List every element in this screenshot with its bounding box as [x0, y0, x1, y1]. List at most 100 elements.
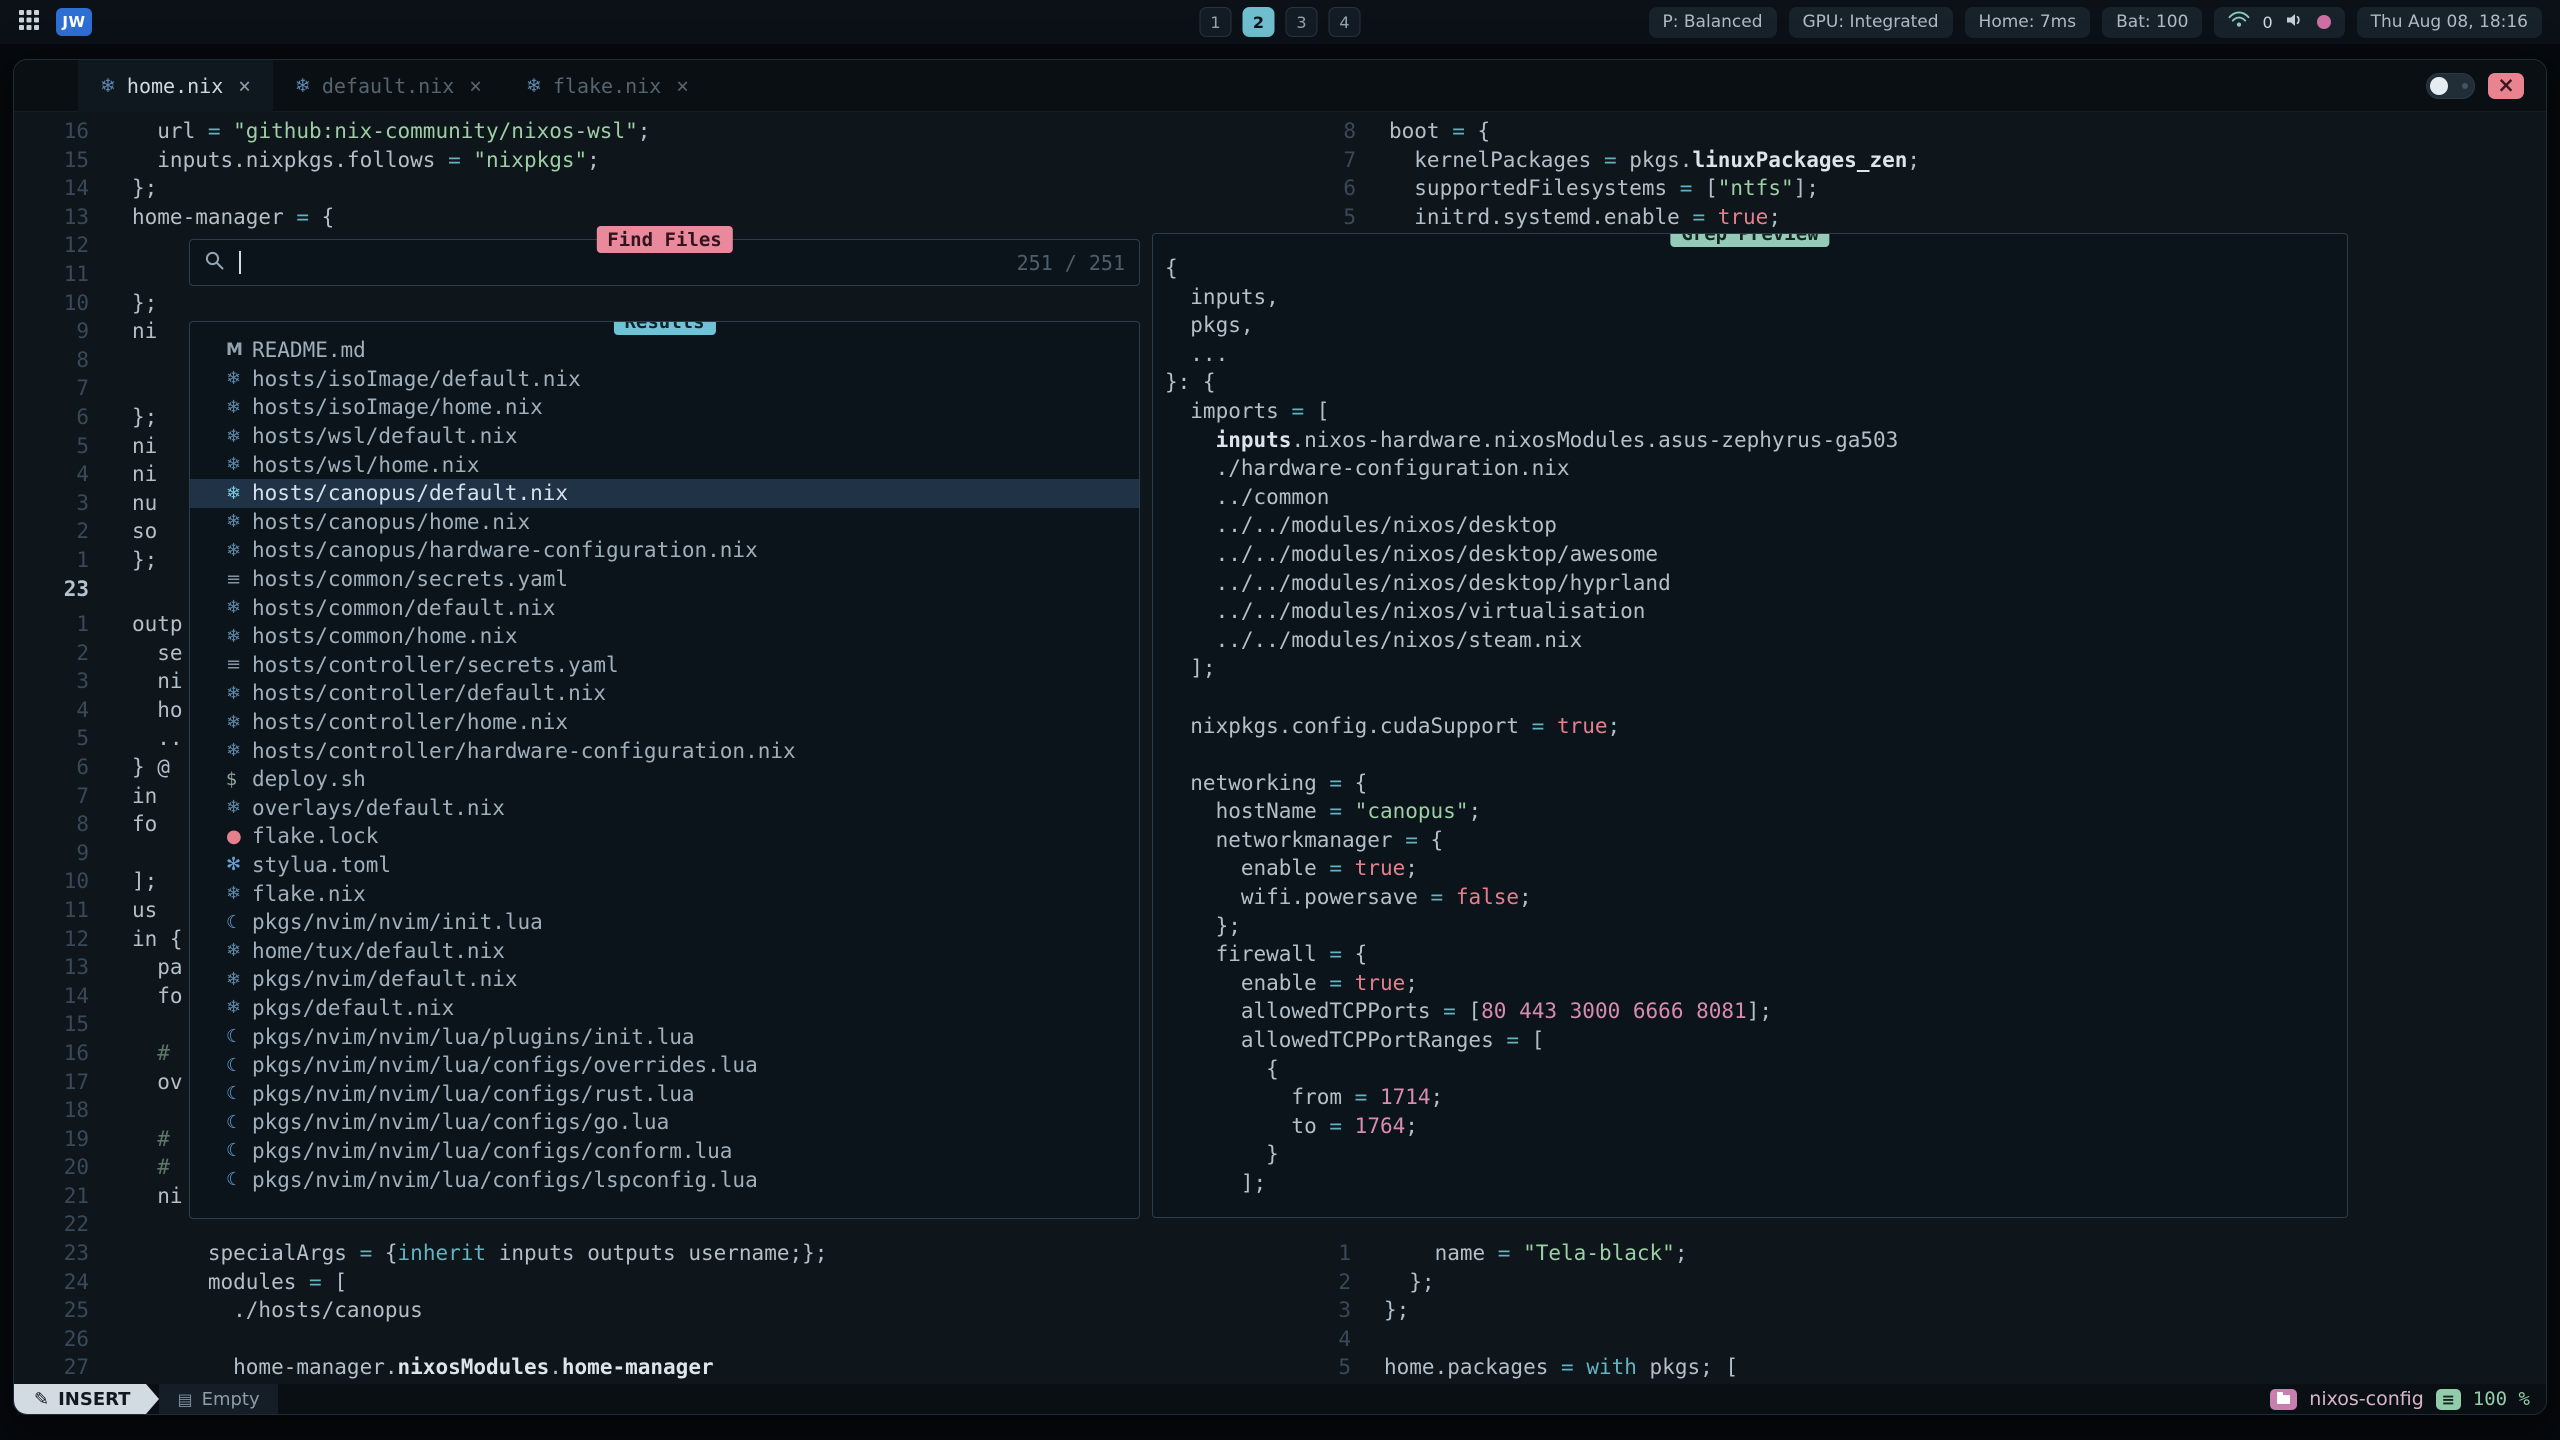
code-line: 7 kernelPackages = pkgs.linuxPackages_ze…	[1274, 146, 1920, 175]
tab-close-icon[interactable]: ×	[234, 74, 251, 98]
statusline-right: nixos-config ≡ 100 %	[2270, 1388, 2546, 1410]
apps-grid-icon[interactable]	[18, 9, 40, 36]
finder-result[interactable]: ❄pkgs/nvim/default.nix	[190, 965, 1139, 994]
nix-file-icon: ❄	[226, 511, 252, 532]
finder-result[interactable]: ☾pkgs/nvim/nvim/lua/plugins/init.lua	[190, 1022, 1139, 1051]
finder-result[interactable]: ❄hosts/canopus/hardware-configuration.ni…	[190, 536, 1139, 565]
code-line: };	[1165, 912, 2347, 941]
lua-file-icon: ☾	[226, 1169, 252, 1190]
code-line: allowedTCPPorts = [80 443 3000 6666 8081…	[1165, 997, 2347, 1026]
code-text: ./hardware-configuration.nix	[1165, 454, 1570, 483]
status-module: Home: 7ms	[1965, 7, 2091, 38]
accent-dot-ic[interactable]	[2317, 15, 2331, 29]
file-name: pkgs/nvim/nvim/lua/configs/overrides.lua	[252, 1053, 758, 1077]
window-toggle[interactable]	[2426, 73, 2475, 99]
finder-result[interactable]: ❄hosts/canopus/home.nix	[190, 508, 1139, 537]
finder-result[interactable]: $deploy.sh	[190, 765, 1139, 794]
workspace-button-1[interactable]: 1	[1200, 7, 1232, 37]
finder-result[interactable]: ≡hosts/common/secrets.yaml	[190, 565, 1139, 594]
line-number: 2	[14, 639, 89, 668]
nix-icon: ❄	[526, 75, 542, 97]
code-text: ni	[89, 1182, 183, 1211]
code-text: pkgs,	[1165, 311, 1254, 340]
finder-result[interactable]: ☾pkgs/nvim/nvim/init.lua	[190, 908, 1139, 937]
finder-result[interactable]: ☾pkgs/nvim/nvim/lua/configs/lspconfig.lu…	[190, 1165, 1139, 1194]
code-line: to = 1764;	[1165, 1112, 2347, 1141]
tab-close-icon[interactable]: ×	[672, 74, 689, 98]
finder-result[interactable]: ☾pkgs/nvim/nvim/lua/configs/overrides.lu…	[190, 1051, 1139, 1080]
finder-result[interactable]: ❄hosts/wsl/default.nix	[190, 422, 1139, 451]
nix-file-icon: ❄	[226, 712, 252, 733]
code-text: #	[89, 1153, 170, 1182]
code-line: ../../modules/nixos/desktop/awesome	[1165, 540, 2347, 569]
workspace-button-4[interactable]: 4	[1329, 7, 1361, 37]
file-name: hosts/common/default.nix	[252, 596, 555, 620]
find-files-prompt[interactable]: Find Files 251 / 251	[189, 239, 1140, 286]
line-number: 10	[14, 867, 89, 896]
code-text	[1351, 1325, 1384, 1354]
file-name: hosts/canopus/hardware-configuration.nix	[252, 538, 758, 562]
code-line: from = 1714;	[1165, 1083, 2347, 1112]
file-name: hosts/controller/home.nix	[252, 710, 568, 734]
finder-result[interactable]: ❄hosts/wsl/home.nix	[190, 450, 1139, 479]
code-line: ../../modules/nixos/desktop	[1165, 511, 2347, 540]
line-number: 24	[14, 1268, 89, 1297]
volume-icon[interactable]	[2285, 12, 2305, 33]
finder-result[interactable]: ❄overlays/default.nix	[190, 794, 1139, 823]
file-name: hosts/isoImage/home.nix	[252, 395, 543, 419]
finder-result-selected[interactable]: ❄hosts/canopus/default.nix	[190, 479, 1139, 508]
finder-result[interactable]: ❄home/tux/default.nix	[190, 936, 1139, 965]
finder-result[interactable]: ❄hosts/controller/hardware-configuration…	[190, 736, 1139, 765]
code-text	[89, 1010, 132, 1039]
line-number: 7	[1274, 146, 1356, 175]
nix-file-icon: ❄	[226, 997, 252, 1018]
code-line: }: {	[1165, 368, 2347, 397]
finder-result[interactable]: ≡hosts/controller/secrets.yaml	[190, 651, 1139, 680]
topbar-left: JW	[18, 8, 92, 36]
workspace-button-2[interactable]: 2	[1243, 7, 1275, 37]
code-text: ../common	[1165, 483, 1329, 512]
notification-count[interactable]: 0	[2262, 13, 2272, 32]
tab-default-nix[interactable]: ❄default.nix×	[273, 60, 504, 112]
tabbar: ❄home.nix×❄default.nix×❄flake.nix× ×	[14, 60, 2546, 112]
finder-result[interactable]: ❄hosts/controller/default.nix	[190, 679, 1139, 708]
finder-result[interactable]: ✻stylua.toml	[190, 851, 1139, 880]
code-text	[89, 575, 132, 604]
code-text: };	[89, 174, 157, 203]
finder-result[interactable]: ☾pkgs/nvim/nvim/lua/configs/go.lua	[190, 1108, 1139, 1137]
file-name: hosts/controller/default.nix	[252, 681, 606, 705]
finder-result[interactable]: ❄pkgs/default.nix	[190, 994, 1139, 1023]
wifi-icon[interactable]	[2228, 11, 2250, 33]
code-line: imports = [	[1165, 397, 2347, 426]
finder-result[interactable]: ❄hosts/isoImage/default.nix	[190, 365, 1139, 394]
finder-result[interactable]: ☾pkgs/nvim/nvim/lua/configs/rust.lua	[190, 1079, 1139, 1108]
finder-result[interactable]: ●flake.lock	[190, 822, 1139, 851]
finder-result[interactable]: ❄hosts/isoImage/home.nix	[190, 393, 1139, 422]
workspace-button-3[interactable]: 3	[1286, 7, 1318, 37]
code-text: ./hosts/canopus	[89, 1296, 423, 1325]
code-line: inputs,	[1165, 283, 2347, 312]
tab-close-icon[interactable]: ×	[465, 74, 482, 98]
finder-result[interactable]: MREADME.md	[190, 336, 1139, 365]
code-text: };	[89, 546, 157, 575]
editor-area[interactable]: 16 url = "github:nix-community/nixos-wsl…	[14, 112, 2546, 1384]
finder-result[interactable]: ☾pkgs/nvim/nvim/lua/configs/conform.lua	[190, 1137, 1139, 1166]
line-number: 4	[14, 460, 89, 489]
line-number: 22	[14, 1210, 89, 1239]
finder-result[interactable]: ❄flake.nix	[190, 879, 1139, 908]
finder-result[interactable]: ❄hosts/common/default.nix	[190, 593, 1139, 622]
close-button[interactable]: ×	[2488, 73, 2524, 99]
file-name: home/tux/default.nix	[252, 939, 505, 963]
code-line	[1165, 683, 2347, 712]
line-number: 23	[14, 1239, 89, 1268]
code-line: {	[1165, 254, 2347, 283]
lua-file-icon: ☾	[226, 1055, 252, 1076]
line-number: 3	[1269, 1296, 1351, 1325]
finder-result[interactable]: ❄hosts/controller/home.nix	[190, 708, 1139, 737]
nix-file-icon: ❄	[226, 397, 252, 418]
code-text: so	[89, 517, 157, 546]
code-text: ../../modules/nixos/desktop/hyprland	[1165, 569, 1671, 598]
tab-home-nix[interactable]: ❄home.nix×	[78, 60, 273, 112]
tab-flake-nix[interactable]: ❄flake.nix×	[504, 60, 711, 112]
finder-result[interactable]: ❄hosts/common/home.nix	[190, 622, 1139, 651]
